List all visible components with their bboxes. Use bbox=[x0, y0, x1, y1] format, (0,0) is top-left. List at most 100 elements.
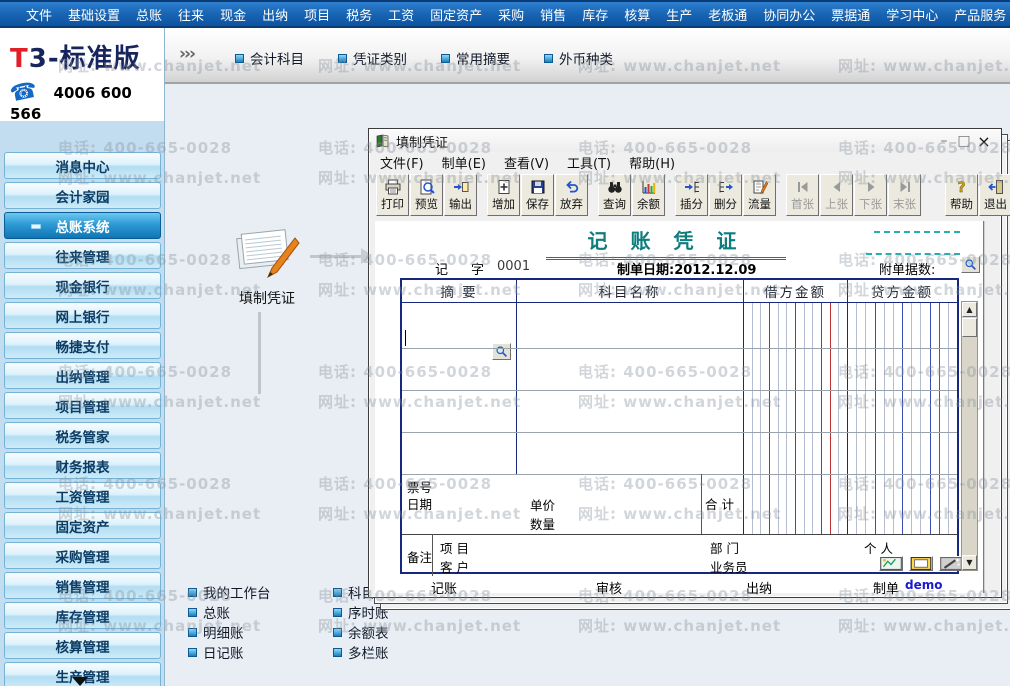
scroll-down-icon[interactable]: ▼ bbox=[962, 555, 977, 570]
menu-item-16[interactable]: 协同办公 bbox=[755, 5, 823, 24]
sidebar-item-15[interactable]: 库存管理 bbox=[4, 602, 161, 629]
tab-1[interactable]: 凭证类别 bbox=[338, 48, 407, 68]
credit-cell-row3[interactable] bbox=[847, 432, 957, 474]
debit-cell-row3[interactable] bbox=[743, 432, 847, 474]
quick-link-label: 我的工作台 bbox=[203, 586, 271, 602]
toolbar-button-export[interactable]: 输出 bbox=[444, 174, 477, 216]
voucher-scrollbar[interactable]: ▲ ▼ bbox=[961, 301, 978, 571]
toolbar-button-flow[interactable]: 流量 bbox=[743, 174, 776, 216]
account-cell-row1[interactable] bbox=[517, 348, 743, 390]
attachment-zoom-button[interactable] bbox=[961, 256, 980, 273]
minimize-button[interactable]: – bbox=[934, 133, 954, 149]
toolbar-button-delete-split[interactable]: 删分 bbox=[709, 174, 742, 216]
sidebar-item-2[interactable]: 总账系统 bbox=[4, 212, 161, 239]
account-cell-row0[interactable] bbox=[517, 303, 743, 348]
summary-cell-row0[interactable] bbox=[402, 303, 516, 360]
remark-tool-button-0[interactable] bbox=[879, 556, 903, 571]
flow-node-fill-voucher[interactable]: 填制凭证 bbox=[222, 224, 312, 308]
summary-cell-row3[interactable] bbox=[402, 432, 516, 474]
toolbar-button-help[interactable]: ? 帮助 bbox=[945, 174, 978, 216]
menu-item-18[interactable]: 学习中心 bbox=[878, 5, 946, 24]
menu-item-19[interactable]: 产品服务 bbox=[946, 5, 1010, 24]
dialog-menu-item-0[interactable]: 文件(F) bbox=[380, 153, 424, 172]
tab-0[interactable]: 会计科目 bbox=[235, 48, 304, 68]
account-cell-row3[interactable] bbox=[517, 432, 743, 474]
sidebar-item-13[interactable]: 采购管理 bbox=[4, 542, 161, 569]
sidebar-item-4[interactable]: 现金银行 bbox=[4, 272, 161, 299]
toolbar-button-search[interactable]: 查询 bbox=[598, 174, 631, 216]
summary-cell-row2[interactable] bbox=[402, 390, 516, 432]
sidebar-item-12[interactable]: 固定资产 bbox=[4, 512, 161, 539]
collapse-panel-icon[interactable]: ››› bbox=[179, 44, 196, 64]
dialog-title-bar[interactable]: 填制凭证 – □ × bbox=[370, 130, 1000, 152]
toolbar-button-exit[interactable]: 退出 bbox=[979, 174, 1010, 216]
menu-item-4[interactable]: 现金 bbox=[212, 5, 254, 24]
quick-link-col1-2[interactable]: 明细账 bbox=[188, 622, 271, 642]
scrollbar-thumb[interactable] bbox=[962, 318, 977, 337]
dialog-menu-item-1[interactable]: 制单(E) bbox=[442, 153, 486, 172]
tab-2[interactable]: 常用摘要 bbox=[441, 48, 510, 68]
voucher-number[interactable]: 0001 bbox=[497, 259, 530, 274]
quick-link-col2-3[interactable]: 多栏账 bbox=[333, 642, 389, 662]
menu-item-11[interactable]: 销售 bbox=[532, 5, 574, 24]
sidebar-item-10[interactable]: 财务报表 bbox=[4, 452, 161, 479]
sidebar-item-16[interactable]: 核算管理 bbox=[4, 632, 161, 659]
debit-cell-row2[interactable] bbox=[743, 390, 847, 432]
sidebar-item-11[interactable]: 工资管理 bbox=[4, 482, 161, 509]
dialog-menu-item-2[interactable]: 查看(V) bbox=[504, 153, 549, 172]
sidebar-item-3[interactable]: 往来管理 bbox=[4, 242, 161, 269]
menu-item-15[interactable]: 老板通 bbox=[700, 5, 755, 24]
maximize-button[interactable]: □ bbox=[954, 133, 974, 149]
menu-item-6[interactable]: 项目 bbox=[296, 5, 338, 24]
menu-item-13[interactable]: 核算 bbox=[616, 5, 658, 24]
quick-link-col2-2[interactable]: 余额表 bbox=[333, 622, 389, 642]
sidebar-item-1[interactable]: 会计家园 bbox=[4, 182, 161, 209]
scroll-up-icon[interactable]: ▲ bbox=[962, 302, 977, 317]
quick-link-col1-0[interactable]: 我的工作台 bbox=[188, 582, 271, 602]
toolbar-button-preview[interactable]: 预览 bbox=[410, 174, 443, 216]
debit-cell-row0[interactable] bbox=[743, 303, 847, 348]
remark-tool-button-2[interactable] bbox=[939, 556, 963, 571]
sidebar-item-7[interactable]: 出纳管理 bbox=[4, 362, 161, 389]
credit-cell-row2[interactable] bbox=[847, 390, 957, 432]
menu-item-7[interactable]: 税务 bbox=[338, 5, 380, 24]
toolbar-button-insert-split[interactable]: 插分 bbox=[675, 174, 708, 216]
summary-cell-row1[interactable] bbox=[402, 348, 516, 390]
sidebar-item-8[interactable]: 项目管理 bbox=[4, 392, 161, 419]
insert-split-icon bbox=[684, 179, 700, 195]
menu-item-8[interactable]: 工资 bbox=[380, 5, 422, 24]
credit-cell-row0[interactable] bbox=[847, 303, 957, 348]
tab-3[interactable]: 外币种类 bbox=[544, 48, 613, 68]
menu-item-9[interactable]: 固定资产 bbox=[422, 5, 490, 24]
menu-item-3[interactable]: 往来 bbox=[170, 5, 212, 24]
menu-item-17[interactable]: 票据通 bbox=[823, 5, 878, 24]
sidebar-item-9[interactable]: 税务管家 bbox=[4, 422, 161, 449]
toolbar-button-balance[interactable]: 余额 bbox=[632, 174, 665, 216]
menu-item-1[interactable]: 基础设置 bbox=[60, 5, 128, 24]
toolbar-button-add[interactable]: 增加 bbox=[487, 174, 520, 216]
voucher-date[interactable]: 制单日期:2012.12.09 bbox=[617, 259, 756, 278]
toolbar-button-save[interactable]: 保存 bbox=[521, 174, 554, 216]
sidebar-item-14[interactable]: 销售管理 bbox=[4, 572, 161, 599]
dialog-menu-item-3[interactable]: 工具(T) bbox=[567, 153, 611, 172]
sidebar-scroll-down-icon[interactable] bbox=[72, 677, 88, 686]
menu-item-12[interactable]: 库存 bbox=[574, 5, 616, 24]
menu-item-10[interactable]: 采购 bbox=[490, 5, 532, 24]
menu-item-5[interactable]: 出纳 bbox=[254, 5, 296, 24]
menu-item-0[interactable]: 文件 bbox=[18, 5, 60, 24]
toolbar-button-printer[interactable]: 打印 bbox=[376, 174, 409, 216]
close-button[interactable]: × bbox=[974, 132, 994, 151]
toolbar-button-undo[interactable]: 放弃 bbox=[555, 174, 588, 216]
remark-tool-button-1[interactable] bbox=[909, 556, 933, 571]
sidebar-item-5[interactable]: 网上银行 bbox=[4, 302, 161, 329]
debit-cell-row1[interactable] bbox=[743, 348, 847, 390]
sidebar-item-0[interactable]: 消息中心 bbox=[4, 152, 161, 179]
credit-cell-row1[interactable] bbox=[847, 348, 957, 390]
sidebar-item-6[interactable]: 畅捷支付 bbox=[4, 332, 161, 359]
menu-item-14[interactable]: 生产 bbox=[658, 5, 700, 24]
dialog-menu-item-4[interactable]: 帮助(H) bbox=[629, 153, 675, 172]
menu-item-2[interactable]: 总账 bbox=[128, 5, 170, 24]
quick-link-col1-1[interactable]: 总账 bbox=[188, 602, 271, 622]
account-cell-row2[interactable] bbox=[517, 390, 743, 432]
quick-link-col1-3[interactable]: 日记账 bbox=[188, 642, 271, 662]
